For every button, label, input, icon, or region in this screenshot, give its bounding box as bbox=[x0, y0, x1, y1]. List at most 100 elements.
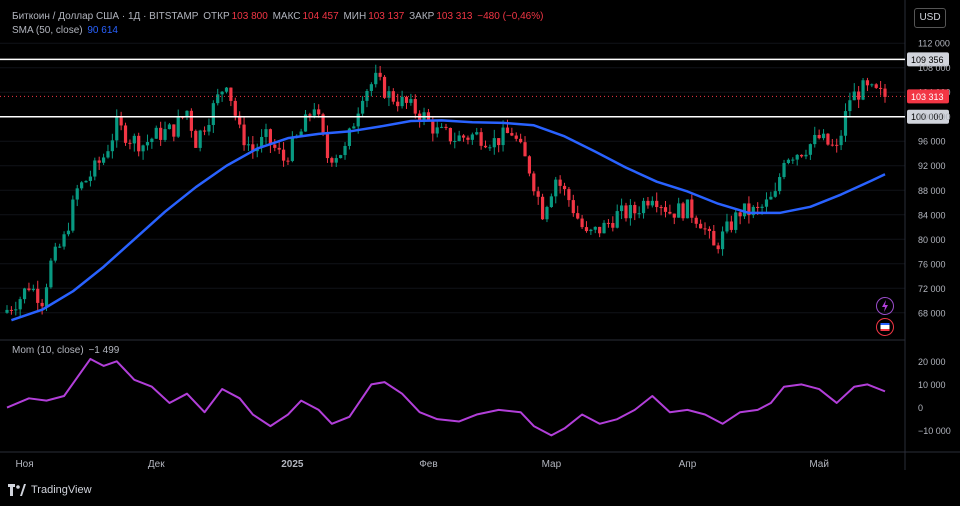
candle-up bbox=[734, 212, 738, 230]
last-price-label: 103 313 bbox=[911, 92, 944, 102]
candle-up bbox=[356, 113, 360, 127]
candle-up bbox=[773, 191, 777, 197]
candle-up bbox=[62, 234, 66, 247]
candle-down bbox=[519, 138, 523, 143]
candle-down bbox=[865, 80, 870, 86]
candle-down bbox=[699, 223, 703, 229]
candle-down bbox=[540, 196, 545, 220]
candle-up bbox=[804, 154, 808, 157]
candle-up bbox=[677, 203, 681, 218]
candle-up bbox=[53, 246, 57, 261]
candle-down bbox=[9, 309, 13, 311]
candle-down bbox=[273, 144, 277, 148]
candle-up bbox=[492, 138, 496, 148]
sma-legend[interactable]: SMA (50, close) 90 614 bbox=[12, 25, 120, 36]
candle-up bbox=[620, 205, 624, 212]
candle-up bbox=[312, 109, 316, 116]
candle-down bbox=[606, 222, 611, 224]
price-axis[interactable]: 112 000108 000104 000100 00096 00092 000… bbox=[0, 39, 951, 319]
candle-up bbox=[720, 231, 725, 250]
time-tick-label: Апр bbox=[679, 459, 697, 470]
momentum-tick-label: 10 000 bbox=[918, 380, 946, 390]
price-tick-label: 96 000 bbox=[918, 137, 946, 147]
candle-down bbox=[830, 144, 834, 146]
candle-up bbox=[216, 94, 220, 104]
candle-down bbox=[799, 154, 804, 157]
candle-down bbox=[514, 135, 518, 139]
candle-up bbox=[475, 132, 479, 135]
candle-up bbox=[870, 84, 874, 86]
momentum-axis[interactable]: 20 000 10 000 0 −10 000 bbox=[918, 357, 951, 436]
candle-up bbox=[440, 126, 444, 128]
momentum-tick-label: −10 000 bbox=[918, 426, 951, 436]
candle-down bbox=[646, 200, 650, 206]
horizontal-lines[interactable]: 109 356100 000 bbox=[0, 52, 949, 124]
candle-down bbox=[229, 87, 233, 101]
candle-down bbox=[663, 207, 668, 212]
currency-button[interactable]: USD bbox=[914, 8, 946, 28]
candle-up bbox=[31, 288, 35, 291]
candle-down bbox=[879, 87, 883, 89]
brand-name: TradingView bbox=[31, 484, 92, 496]
candle-up bbox=[101, 157, 106, 163]
candle-up bbox=[764, 199, 769, 207]
price-tick-label: 88 000 bbox=[918, 186, 946, 196]
price-tick-label: 100 000 bbox=[918, 112, 951, 122]
candle-down bbox=[444, 126, 448, 128]
candle-up bbox=[602, 222, 606, 234]
candle-up bbox=[360, 100, 365, 114]
candle-down bbox=[694, 217, 698, 224]
candle-up bbox=[791, 159, 795, 161]
price-chart[interactable]: 109 356100 000 112 000108 000104 000100 … bbox=[0, 0, 960, 506]
candle-up bbox=[88, 176, 93, 181]
candle-down bbox=[286, 160, 290, 162]
candle-up bbox=[66, 230, 71, 235]
candle-up bbox=[145, 142, 150, 146]
candle-up bbox=[742, 203, 747, 217]
candle-up bbox=[769, 196, 773, 200]
candle-down bbox=[510, 133, 514, 136]
candle-up bbox=[110, 140, 114, 152]
candle-up bbox=[685, 199, 690, 219]
tradingview-branding[interactable]: TradingView bbox=[8, 484, 92, 496]
low-value: 103 137 bbox=[368, 11, 405, 22]
candle-up bbox=[848, 100, 852, 112]
flag-icon[interactable] bbox=[876, 318, 894, 336]
candle-down bbox=[826, 133, 830, 145]
candle-down bbox=[277, 147, 281, 150]
price-tick-label: 80 000 bbox=[918, 235, 946, 245]
candle-down bbox=[330, 158, 334, 163]
candle-up bbox=[549, 196, 553, 208]
candle-down bbox=[413, 99, 417, 114]
candle-down bbox=[202, 130, 207, 132]
close-value: 103 313 bbox=[436, 11, 473, 22]
candle-down bbox=[119, 117, 123, 126]
price-tick-label: 76 000 bbox=[918, 259, 946, 269]
candle-down bbox=[558, 179, 562, 186]
candle-up bbox=[264, 129, 268, 137]
candle-down bbox=[576, 213, 580, 219]
tradingview-logo-icon bbox=[8, 484, 26, 496]
mom-legend[interactable]: Mom (10, close) −1 499 bbox=[12, 345, 121, 356]
lightning-icon[interactable] bbox=[876, 297, 894, 315]
time-tick-label: 2025 bbox=[281, 459, 304, 470]
candle-up bbox=[44, 287, 49, 307]
price-tick-label: 68 000 bbox=[918, 308, 946, 318]
candle-down bbox=[497, 138, 501, 146]
candle-up bbox=[488, 147, 492, 149]
candle-up bbox=[650, 200, 654, 206]
candle-down bbox=[27, 288, 31, 291]
candle-up bbox=[115, 117, 119, 141]
candle-down bbox=[707, 228, 711, 232]
candle-down bbox=[40, 302, 44, 307]
candle-up bbox=[290, 136, 294, 161]
candle-down bbox=[571, 200, 575, 214]
candle-down bbox=[396, 101, 400, 107]
price-tick-label: 108 000 bbox=[918, 63, 951, 73]
candle-down bbox=[523, 142, 527, 157]
candle-up bbox=[167, 124, 172, 130]
candle-down bbox=[505, 127, 510, 134]
time-axis[interactable]: Ноя Дек 2025 Фев Мар Апр Май bbox=[15, 459, 828, 470]
candle-down bbox=[857, 91, 861, 100]
candle-down bbox=[883, 88, 887, 97]
